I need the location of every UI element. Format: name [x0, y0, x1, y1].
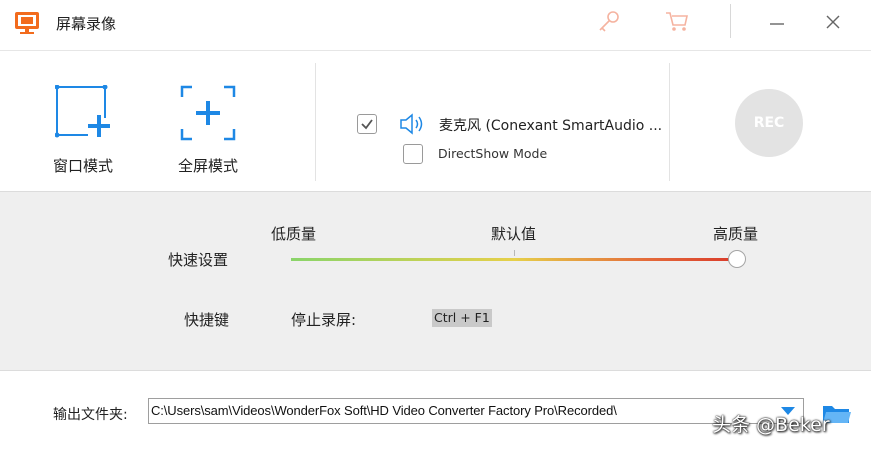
mic-checkbox[interactable] [357, 114, 377, 134]
app-icon [15, 12, 39, 34]
output-folder-label: 输出文件夹: [53, 407, 128, 423]
quality-slider-track[interactable] [291, 258, 737, 261]
title-bar: 屏幕录像 [0, 0, 871, 46]
key-icon[interactable] [596, 9, 622, 35]
minimize-icon[interactable] [764, 10, 790, 36]
cart-icon[interactable] [664, 9, 690, 35]
settings-panel: 低质量 默认值 高质量 快速设置 快捷键 停止录屏: Ctrl + F1 [0, 191, 871, 371]
output-row: 输出文件夹: C:\Users\sam\Videos\WonderFox Sof… [0, 372, 871, 449]
close-icon[interactable] [820, 9, 846, 35]
quality-low-label: 低质量 [271, 225, 317, 243]
fullscreen-mode-label: 全屏模式 [177, 157, 238, 175]
checkmark-icon [361, 119, 373, 130]
output-path-field[interactable]: C:\Users\sam\Videos\WonderFox Soft\HD Vi… [148, 398, 804, 424]
output-path-text: C:\Users\sam\Videos\WonderFox Soft\HD Vi… [151, 403, 617, 418]
hotkey-section-label: 快捷键 [184, 311, 230, 329]
watermark: 头条 @Beker [712, 414, 830, 436]
quality-slider-tick [514, 250, 515, 256]
quality-high-label: 高质量 [713, 225, 759, 243]
directshow-label: DirectShow Mode [438, 146, 548, 161]
fullscreen-capture-icon [180, 85, 236, 141]
directshow-checkbox[interactable] [403, 144, 423, 164]
panel-divider [669, 63, 670, 181]
window-mode-label: 窗口模式 [52, 157, 113, 175]
capture-panel: 窗口模式 全屏模式 麦克风 (Conexant SmartAudio ... D… [0, 50, 871, 190]
titlebar-separator [730, 4, 731, 38]
quick-settings-label: 快速设置 [168, 251, 229, 269]
stop-recording-label: 停止录屏: [291, 311, 357, 329]
quality-slider-handle[interactable] [728, 250, 746, 268]
speaker-icon [400, 113, 423, 135]
window-mode-button[interactable]: 窗口模式 [33, 51, 133, 191]
panel-divider [315, 63, 316, 181]
window-capture-icon [55, 85, 110, 140]
mic-device-label: 麦克风 (Conexant SmartAudio ... [439, 118, 663, 134]
stop-hotkey-field[interactable]: Ctrl + F1 [432, 309, 492, 327]
fullscreen-mode-button[interactable]: 全屏模式 [158, 51, 258, 191]
app-title: 屏幕录像 [56, 15, 117, 33]
rec-button[interactable]: REC [735, 89, 803, 157]
quality-default-label: 默认值 [491, 225, 537, 243]
